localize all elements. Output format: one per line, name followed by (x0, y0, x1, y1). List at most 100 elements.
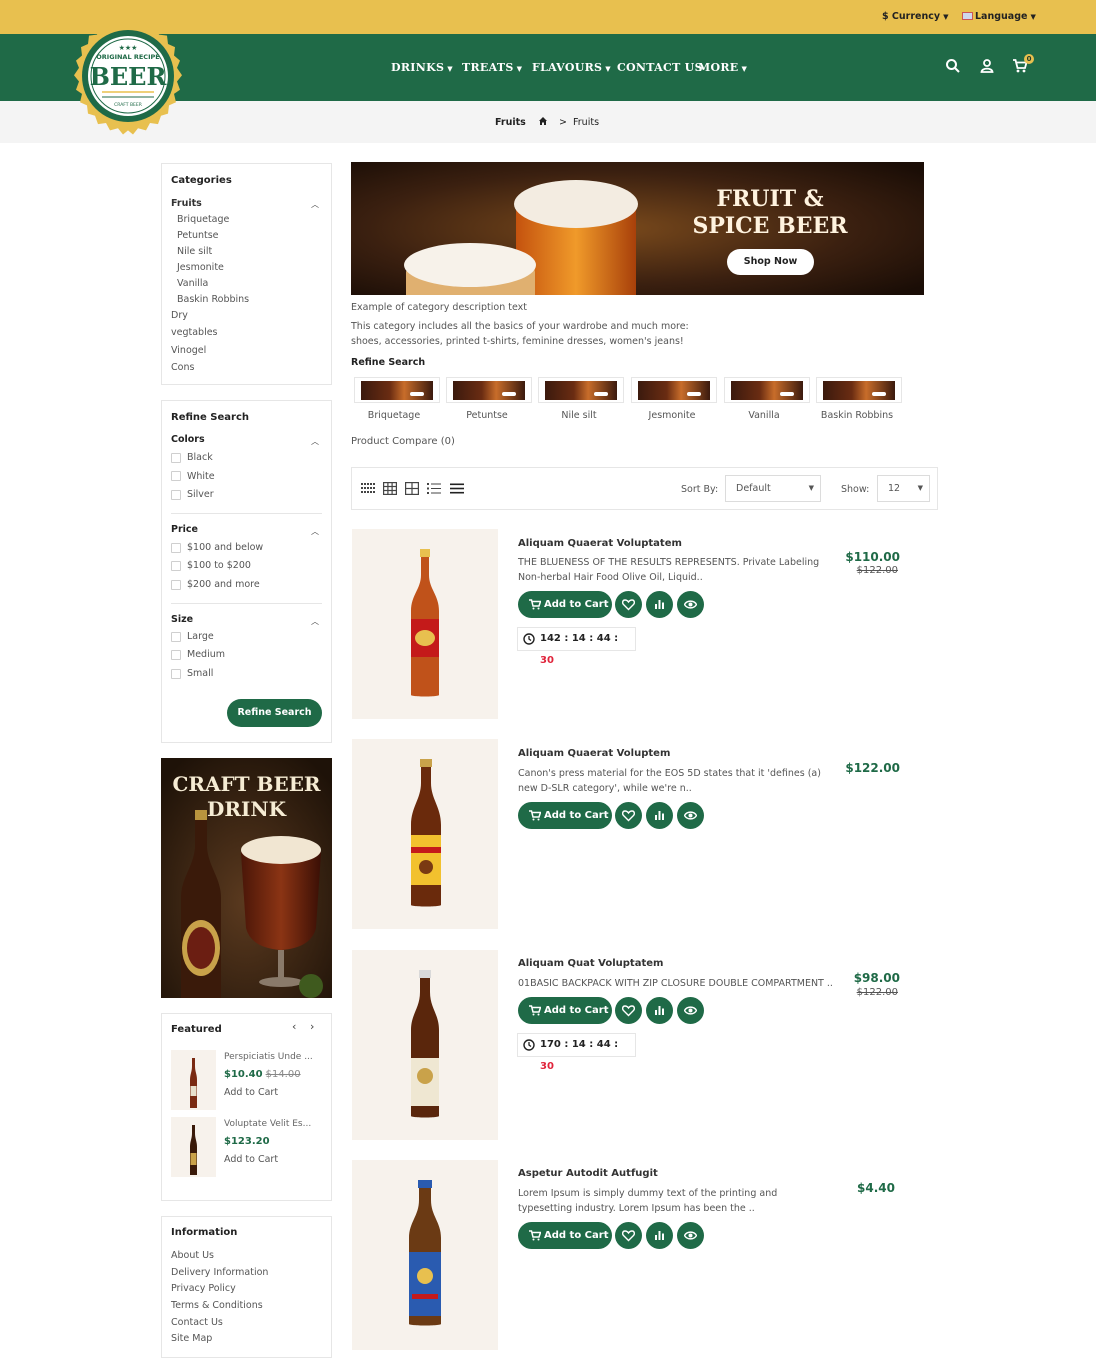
subcategory-item[interactable]: Briquetage (177, 214, 229, 225)
product-image[interactable] (352, 1160, 498, 1350)
category-dry[interactable]: Dry (171, 310, 188, 321)
product-name[interactable]: Aliquam Quaerat Voluptatem (518, 538, 682, 549)
product-name[interactable]: Aliquam Quaerat Voluptem (518, 748, 670, 759)
add-to-cart-button[interactable]: Add to Cart (518, 802, 612, 829)
show-count-select[interactable]: 12 ▼ (877, 475, 930, 502)
currency-dropdown[interactable]: $ Currency ▼ (882, 11, 948, 22)
chevron-up-icon[interactable]: ︿ (311, 199, 319, 210)
subcategory-thumb[interactable] (446, 377, 532, 403)
info-link-delivery[interactable]: Delivery Information (171, 1267, 268, 1278)
language-dropdown[interactable]: Language ▼ (962, 11, 1036, 22)
subcategory-item[interactable]: Jesmonite (177, 262, 224, 273)
grid-view-5-icon[interactable] (361, 482, 375, 495)
beer-logo[interactable]: ORIGINAL RECIPE BEER CRAFT BEER ★★★ (66, 8, 190, 140)
info-link-sitemap[interactable]: Site Map (171, 1333, 212, 1344)
checkbox-white[interactable] (171, 471, 181, 481)
subcategory-item[interactable]: Vanilla (177, 278, 208, 289)
grid-view-2-icon[interactable] (405, 482, 419, 495)
timer-days: 142 (540, 633, 561, 644)
quick-view-button[interactable] (677, 997, 704, 1024)
quick-view-button[interactable] (677, 802, 704, 829)
checkbox-medium[interactable] (171, 650, 181, 660)
category-cons[interactable]: Cons (171, 362, 194, 373)
featured-name[interactable]: Perspiciatis Unde ... (224, 1052, 322, 1062)
subcategory-item[interactable]: Nile silt (177, 246, 212, 257)
compare-button[interactable] (646, 997, 673, 1024)
list-compact-view-icon[interactable] (450, 482, 464, 495)
subcategory-label[interactable]: Baskin Robbins (811, 410, 903, 421)
info-link-privacy[interactable]: Privacy Policy (171, 1283, 236, 1294)
chevron-up-icon[interactable]: ︿ (311, 526, 319, 537)
shop-now-button[interactable]: Shop Now (727, 249, 814, 275)
info-link-contact[interactable]: Contact Us (171, 1317, 223, 1328)
wishlist-button[interactable] (615, 802, 642, 829)
product-image[interactable] (352, 529, 498, 719)
nav-treats[interactable]: TREATS ▼ (462, 61, 522, 74)
subcategory-thumb[interactable] (631, 377, 717, 403)
product-image[interactable] (352, 950, 498, 1140)
nav-more[interactable]: MORE ▼ (698, 61, 747, 74)
checkbox-silver[interactable] (171, 490, 181, 500)
add-to-cart-label: Add to Cart (544, 599, 609, 610)
refine-search-button[interactable]: Refine Search (227, 699, 322, 727)
category-fruits[interactable]: Fruits (171, 198, 202, 209)
nav-contact-us[interactable]: CONTACT US (617, 61, 703, 74)
add-to-cart-button[interactable]: Add to Cart (518, 591, 612, 618)
checkbox-small[interactable] (171, 669, 181, 679)
home-icon[interactable] (538, 116, 548, 126)
chevron-right-icon[interactable]: › (310, 1020, 314, 1033)
info-link-about[interactable]: About Us (171, 1250, 214, 1261)
subcategory-thumb[interactable] (354, 377, 440, 403)
chevron-up-icon[interactable]: ︿ (311, 436, 319, 447)
chevron-up-icon[interactable]: ︿ (311, 616, 319, 627)
subcategory-thumb[interactable] (538, 377, 624, 403)
subcategory-label[interactable]: Vanilla (718, 410, 810, 421)
category-vegtables[interactable]: vegtables (171, 327, 218, 338)
featured-thumb[interactable] (171, 1117, 216, 1177)
quick-view-button[interactable] (677, 591, 704, 618)
cart-icon (529, 1005, 541, 1016)
add-to-cart-button[interactable]: Add to Cart (518, 1222, 612, 1249)
compare-button[interactable] (646, 802, 673, 829)
subcategory-thumb[interactable] (724, 377, 810, 403)
quick-view-button[interactable] (677, 1222, 704, 1249)
craft-beer-promo[interactable]: CRAFT BEER DRINK (161, 758, 332, 998)
subcategory-label[interactable]: Jesmonite (626, 410, 718, 421)
featured-name[interactable]: Voluptate Velit Es... (224, 1119, 322, 1129)
subcategory-label[interactable]: Petuntse (441, 410, 533, 421)
product-name[interactable]: Aspetur Autodit Autfugit (518, 1168, 658, 1179)
user-icon[interactable] (979, 58, 995, 74)
list-view-icon[interactable] (427, 482, 441, 495)
checkbox-large[interactable] (171, 632, 181, 642)
sort-by-select[interactable]: Default ▼ (725, 475, 821, 502)
product-image[interactable] (352, 739, 498, 929)
category-vinogel[interactable]: Vinogel (171, 345, 206, 356)
wishlist-button[interactable] (615, 997, 642, 1024)
compare-button[interactable] (646, 591, 673, 618)
subcategory-label[interactable]: Briquetage (348, 410, 440, 421)
subcategory-label[interactable]: Nile silt (533, 410, 625, 421)
product-name[interactable]: Aliquam Quat Voluptatem (518, 958, 663, 969)
wishlist-button[interactable] (615, 591, 642, 618)
checkbox-price-2[interactable] (171, 561, 181, 571)
featured-add-to-cart[interactable]: Add to Cart (224, 1087, 278, 1098)
chevron-left-icon[interactable]: ‹ (292, 1020, 296, 1033)
breadcrumb-current[interactable]: Fruits (573, 117, 599, 128)
subcategory-thumb[interactable] (816, 377, 902, 403)
grid-view-3-icon[interactable] (383, 482, 397, 495)
nav-flavours[interactable]: FLAVOURS ▼ (532, 61, 611, 74)
add-to-cart-button[interactable]: Add to Cart (518, 997, 612, 1024)
checkbox-price-3[interactable] (171, 580, 181, 590)
subcategory-item[interactable]: Baskin Robbins (177, 294, 249, 305)
search-icon[interactable] (945, 58, 961, 74)
checkbox-black[interactable] (171, 453, 181, 463)
compare-button[interactable] (646, 1222, 673, 1249)
nav-drinks[interactable]: DRINKS ▼ (391, 61, 453, 74)
product-compare-link[interactable]: Product Compare (0) (351, 436, 455, 447)
featured-add-to-cart[interactable]: Add to Cart (224, 1154, 278, 1165)
info-link-terms[interactable]: Terms & Conditions (171, 1300, 263, 1311)
subcategory-item[interactable]: Petuntse (177, 230, 219, 241)
checkbox-price-1[interactable] (171, 543, 181, 553)
wishlist-button[interactable] (615, 1222, 642, 1249)
featured-thumb[interactable] (171, 1050, 216, 1110)
